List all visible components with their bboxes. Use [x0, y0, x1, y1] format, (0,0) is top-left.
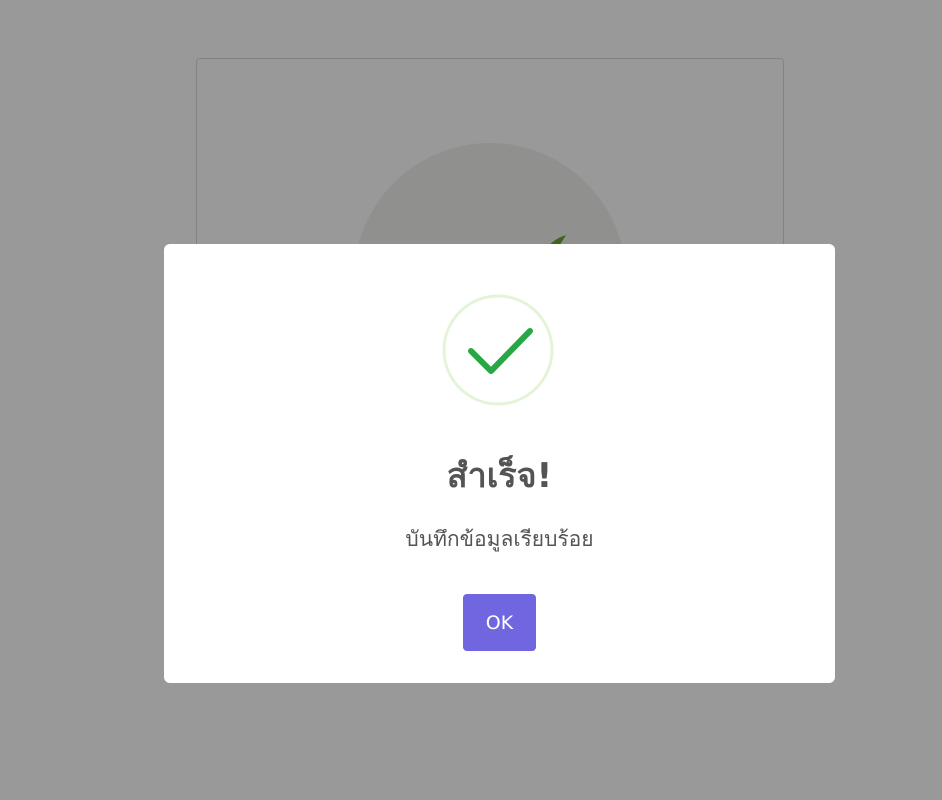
- dialog-title: สำเร็จ!: [446, 456, 553, 496]
- ok-button[interactable]: OK: [463, 594, 536, 651]
- dialog-message: บันทึกข้อมูลเรียบร้อย: [405, 527, 594, 551]
- check-circle-icon: [442, 294, 554, 406]
- success-dialog: สำเร็จ! บันทึกข้อมูลเรียบร้อย OK: [164, 244, 835, 683]
